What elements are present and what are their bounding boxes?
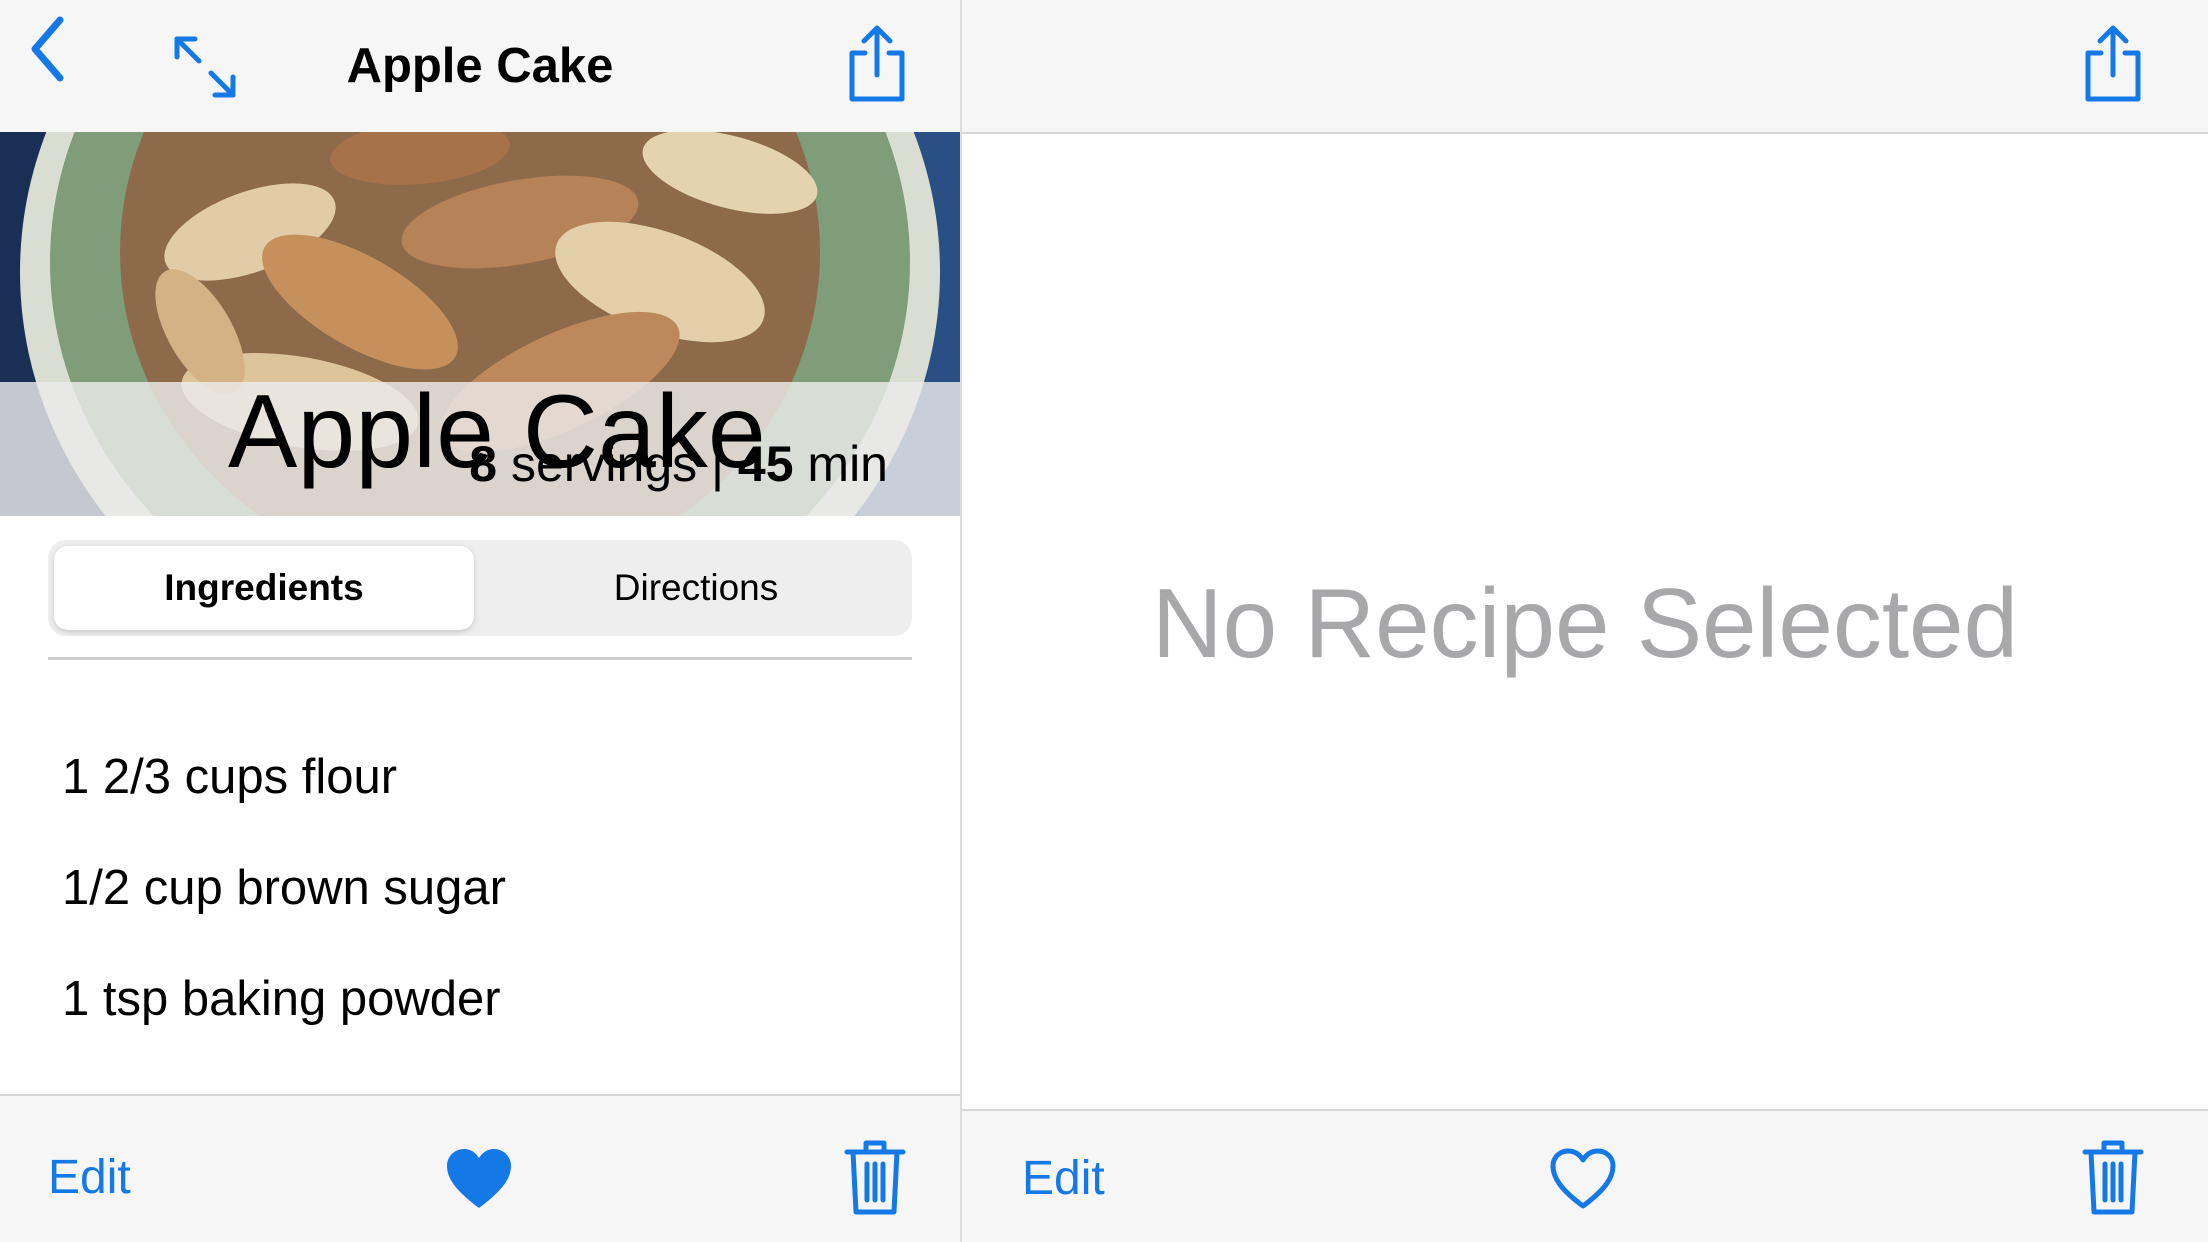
delete-button[interactable]: [2080, 1136, 2146, 1218]
back-button[interactable]: [22, 16, 72, 82]
servings-label: servings |: [497, 436, 738, 492]
chevron-left-icon: [31, 16, 64, 82]
recipe-detail-pane: Apple Cake Apple Cake 8 servings | 45 mi…: [0, 0, 960, 1242]
navigation-bar: Apple Cake: [0, 0, 960, 132]
time-label: min: [793, 436, 888, 492]
trash-icon: [844, 1140, 906, 1215]
share-icon: [2085, 25, 2141, 102]
nav-title: Apple Cake: [346, 39, 614, 93]
tab-ingredients[interactable]: Ingredients: [54, 546, 474, 630]
list-item: 1/2 cup brown sugar: [62, 861, 506, 915]
split-view: Apple Cake Apple Cake 8 servings | 45 mi…: [0, 0, 2208, 1242]
recipe-hero-image: Apple Cake 8 servings | 45 min: [0, 132, 960, 516]
section-segmented-control: Ingredients Directions: [48, 540, 912, 636]
navigation-bar: [962, 0, 2208, 134]
edit-button[interactable]: Edit: [1022, 1149, 1105, 1209]
heart-outline-icon: [1550, 1148, 1616, 1209]
share-button[interactable]: [2080, 24, 2146, 104]
favorite-button[interactable]: [1548, 1144, 1618, 1214]
delete-button[interactable]: [842, 1136, 908, 1218]
recipe-meta: 8 servings | 45 min: [469, 432, 888, 496]
bottom-toolbar: Edit: [962, 1109, 2208, 1242]
list-item: 1 2/3 cups flour: [62, 750, 398, 804]
secondary-detail-pane: No Recipe Selected Edit: [962, 0, 2208, 1242]
expand-button[interactable]: [170, 32, 240, 102]
share-button[interactable]: [844, 24, 910, 104]
bottom-toolbar: Edit: [0, 1094, 960, 1242]
tab-directions[interactable]: Directions: [486, 546, 906, 630]
edit-button[interactable]: Edit: [48, 1148, 131, 1208]
ingredients-list: 1 2/3 cups flour 1/2 cup brown sugar 1 t…: [62, 745, 922, 1078]
trash-icon: [2082, 1140, 2144, 1215]
time-value: 45: [737, 436, 794, 492]
share-icon: [849, 25, 905, 102]
list-item: 1 tsp baking powder: [62, 972, 501, 1026]
heart-filled-icon: [447, 1149, 511, 1208]
expand-arrows-icon: [174, 36, 236, 98]
servings-count: 8: [469, 436, 498, 492]
section-divider: [48, 657, 912, 660]
favorite-button[interactable]: [444, 1144, 514, 1214]
empty-state-message: No Recipe Selected: [1151, 568, 2019, 678]
